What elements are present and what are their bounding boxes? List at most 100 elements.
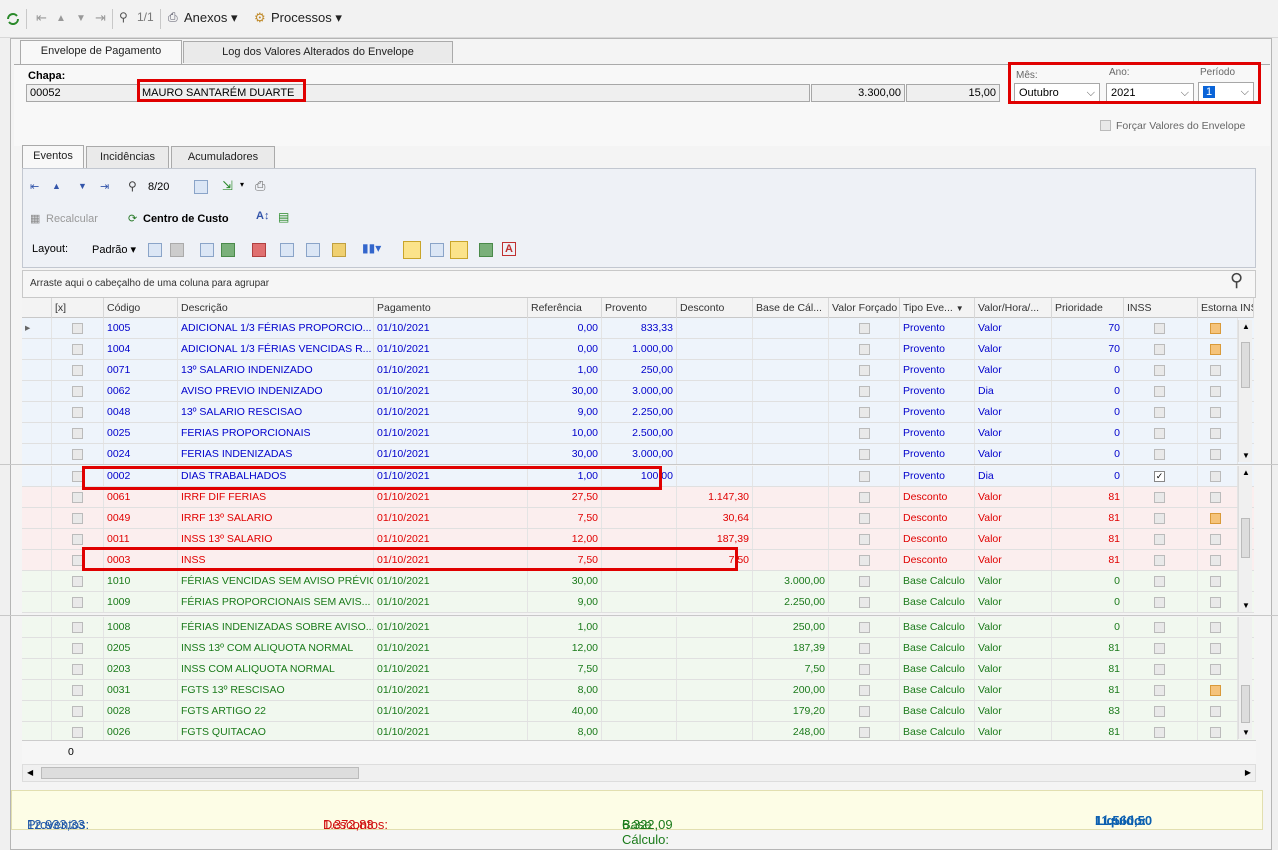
inss-checkbox[interactable]: [1154, 365, 1165, 376]
layout-icon-7[interactable]: [306, 243, 320, 257]
cell-inss[interactable]: [1124, 339, 1198, 359]
cell-valor-forcado[interactable]: [829, 680, 900, 700]
inss-checkbox[interactable]: [1154, 706, 1165, 717]
inss-checkbox[interactable]: [1154, 407, 1165, 418]
estorna-inss-checkbox[interactable]: [1210, 664, 1221, 675]
select-cell[interactable]: [52, 381, 104, 401]
search-icon[interactable]: ⚲: [1230, 270, 1243, 291]
inss-checkbox[interactable]: [1154, 344, 1165, 355]
table-row[interactable]: 1009 FÉRIAS PROPORCIONAIS SEM AVIS... 01/1…: [22, 592, 1254, 613]
inss-checkbox[interactable]: [1154, 323, 1165, 334]
cell-valor-forcado[interactable]: [829, 550, 900, 570]
cell-valor-forcado[interactable]: [829, 617, 900, 637]
cell-estorna-inss[interactable]: [1198, 571, 1238, 591]
cell-estorna-inss[interactable]: [1198, 318, 1238, 338]
select-cell[interactable]: [52, 339, 104, 359]
select-cell[interactable]: [52, 508, 104, 528]
col-inss[interactable]: INSS: [1124, 298, 1198, 318]
recalcular-button[interactable]: Recalcular: [46, 213, 98, 225]
inss-checkbox[interactable]: [1154, 428, 1165, 439]
first-icon[interactable]: ⇤: [30, 180, 39, 193]
scroll-left-icon[interactable]: ◀: [27, 768, 33, 777]
table-row[interactable]: 0003 INSS 01/10/2021 7,50 7,50 Desconto Valor 8…: [22, 550, 1254, 571]
cell-inss[interactable]: [1124, 722, 1198, 742]
cell-estorna-inss[interactable]: [1198, 444, 1238, 464]
estorna-inss-checkbox[interactable]: [1210, 365, 1221, 376]
sort-az-icon[interactable]: A↕: [256, 210, 269, 222]
last-icon[interactable]: ⇥: [100, 180, 109, 193]
cell-estorna-inss[interactable]: [1198, 659, 1238, 679]
cell-inss[interactable]: [1124, 529, 1198, 549]
col-descricao[interactable]: Descrição: [178, 298, 374, 318]
estorna-inss-checkbox[interactable]: [1210, 534, 1221, 545]
layout-icon-12[interactable]: [479, 243, 493, 257]
select-cell[interactable]: [52, 638, 104, 658]
valor-forcado-checkbox[interactable]: [859, 471, 870, 482]
layout-icon-10[interactable]: [430, 243, 444, 257]
cell-inss[interactable]: [1124, 487, 1198, 507]
inss-checkbox[interactable]: [1154, 449, 1165, 460]
layout-icon-4[interactable]: [221, 243, 235, 257]
layout-icon-13[interactable]: A: [502, 242, 516, 256]
row-select-checkbox[interactable]: [72, 576, 83, 587]
estorna-inss-checkbox[interactable]: [1210, 386, 1221, 397]
layout-icon-6[interactable]: [280, 243, 294, 257]
forcar-checkbox[interactable]: [1100, 120, 1111, 131]
cell-valor-forcado[interactable]: [829, 381, 900, 401]
estorna-inss-checkbox[interactable]: [1210, 685, 1221, 696]
scroll-thumb[interactable]: [1241, 685, 1250, 723]
cell-estorna-inss[interactable]: [1198, 423, 1238, 443]
import-icon[interactable]: ⇲: [222, 178, 233, 194]
valor-forcado-checkbox[interactable]: [859, 643, 870, 654]
estorna-inss-checkbox[interactable]: [1210, 555, 1221, 566]
scroll-thumb[interactable]: [1241, 518, 1250, 558]
scroll-thumb[interactable]: [1241, 342, 1250, 388]
layout-icon-8[interactable]: [332, 243, 346, 257]
estorna-inss-checkbox[interactable]: [1210, 492, 1221, 503]
cell-inss[interactable]: [1124, 701, 1198, 721]
cell-valor-forcado[interactable]: [829, 487, 900, 507]
col-referencia[interactable]: Referência: [528, 298, 602, 318]
valor-forcado-checkbox[interactable]: [859, 576, 870, 587]
cell-valor-forcado[interactable]: [829, 423, 900, 443]
cell-estorna-inss[interactable]: [1198, 360, 1238, 380]
layout-icon-1[interactable]: [148, 243, 162, 257]
cell-inss[interactable]: [1124, 381, 1198, 401]
horas-field[interactable]: 15,00: [906, 84, 1000, 102]
binoculars-icon[interactable]: ⚲: [119, 10, 128, 24]
cell-estorna-inss[interactable]: [1198, 638, 1238, 658]
periodo-select[interactable]: 1 ⌵: [1198, 82, 1254, 102]
prev-record-icon[interactable]: ▲: [56, 13, 66, 24]
col-pagamento[interactable]: Pagamento: [374, 298, 528, 318]
col-valor-forcado[interactable]: Valor Forçado: [829, 298, 900, 318]
cell-inss[interactable]: [1124, 571, 1198, 591]
tab-log-valores[interactable]: Log dos Valores Alterados do Envelope: [183, 41, 453, 63]
row-select-checkbox[interactable]: [72, 492, 83, 503]
col-valor-hora[interactable]: Valor/Hora/...: [975, 298, 1052, 318]
cell-valor-forcado[interactable]: [829, 339, 900, 359]
calendar-icon[interactable]: [194, 180, 208, 194]
select-cell[interactable]: [52, 680, 104, 700]
cell-valor-forcado[interactable]: [829, 638, 900, 658]
cell-estorna-inss[interactable]: [1198, 592, 1238, 612]
cell-valor-forcado[interactable]: [829, 466, 900, 486]
valor-forcado-checkbox[interactable]: [859, 449, 870, 460]
estorna-inss-checkbox[interactable]: [1210, 428, 1221, 439]
estorna-inss-checkbox[interactable]: [1210, 597, 1221, 608]
cell-estorna-inss[interactable]: [1198, 466, 1238, 486]
inss-checkbox[interactable]: [1154, 513, 1165, 524]
select-cell[interactable]: [52, 592, 104, 612]
valor-forcado-checkbox[interactable]: [859, 323, 870, 334]
scroll-down-icon[interactable]: ▼: [1242, 728, 1250, 737]
cell-estorna-inss[interactable]: [1198, 617, 1238, 637]
inss-checkbox[interactable]: [1154, 576, 1165, 587]
cell-estorna-inss[interactable]: [1198, 680, 1238, 700]
table-row[interactable]: 1004 ADICIONAL 1/3 FÉRIAS VENCIDAS R... 01…: [22, 339, 1254, 360]
col-provento[interactable]: Provento: [602, 298, 677, 318]
col-x[interactable]: [x]: [52, 298, 104, 318]
row-select-checkbox[interactable]: [72, 386, 83, 397]
first-record-icon[interactable]: ⇤: [36, 10, 47, 26]
table-row[interactable]: 0205 INSS 13º COM ALIQUOTA NORMAL 01/10/20…: [22, 638, 1254, 659]
table-row[interactable]: 0002 DIAS TRABALHADOS 01/10/2021 1,00 100,00…: [22, 466, 1254, 487]
cell-estorna-inss[interactable]: [1198, 722, 1238, 742]
